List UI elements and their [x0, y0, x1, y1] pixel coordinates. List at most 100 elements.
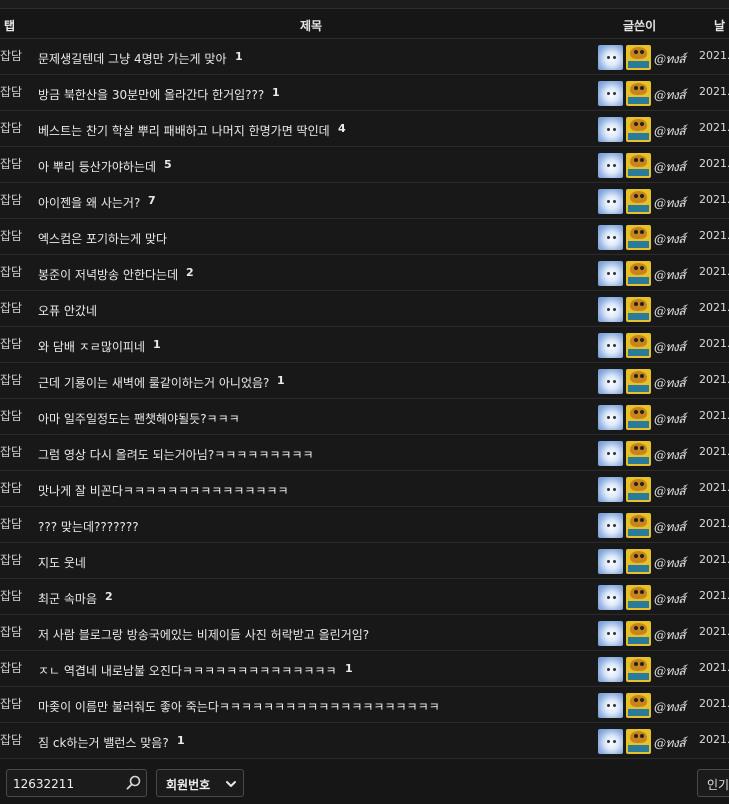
- post-tab[interactable]: 잡담: [0, 587, 22, 604]
- author-avatar[interactable]: [598, 621, 623, 646]
- author-name[interactable]: @ทงส์: [654, 626, 686, 645]
- post-title-link[interactable]: 아마 일주일정도는 팬챗해야될듯?ㅋㅋㅋ: [38, 410, 240, 427]
- author-avatar[interactable]: [598, 693, 623, 718]
- comment-count[interactable]: 1: [277, 374, 285, 387]
- author-name[interactable]: @ทงส์: [654, 194, 686, 213]
- post-title-link[interactable]: 오퓨 안갔네: [38, 302, 97, 319]
- author-badge-icon: [626, 369, 651, 394]
- author-avatar[interactable]: [598, 45, 623, 70]
- author-name[interactable]: @ทงส์: [654, 302, 686, 321]
- search-icon[interactable]: [125, 774, 143, 792]
- post-title-link[interactable]: ??? 맞는데???????: [38, 518, 139, 535]
- post-tab[interactable]: 잡담: [0, 623, 22, 640]
- post-title-link[interactable]: 지도 웃네: [38, 554, 86, 571]
- post-tab[interactable]: 잡담: [0, 47, 22, 64]
- author-name[interactable]: @ทงส์: [654, 266, 686, 285]
- author-name[interactable]: @ทงส์: [654, 158, 686, 177]
- post-tab[interactable]: 잡담: [0, 83, 22, 100]
- post-title-link[interactable]: 최군 속마음: [38, 590, 97, 607]
- author-avatar[interactable]: [598, 477, 623, 502]
- author-name[interactable]: @ทงส์: [654, 374, 686, 393]
- author-badge-icon: [626, 405, 651, 430]
- post-tab[interactable]: 잡담: [0, 443, 22, 460]
- post-title-link[interactable]: 엑스컴은 포기하는게 맞다: [38, 230, 167, 247]
- author-name[interactable]: @ทงส์: [654, 482, 686, 501]
- comment-count[interactable]: 1: [235, 50, 243, 63]
- author-name[interactable]: @ทงส์: [654, 590, 686, 609]
- author-name[interactable]: @ทงส์: [654, 338, 686, 357]
- post-tab[interactable]: 잡담: [0, 659, 22, 676]
- post-title-link[interactable]: 근데 기룡이는 새벽에 룰같이하는거 아니었음?: [38, 374, 269, 391]
- post-title-link[interactable]: 방금 북한산을 30분만에 올라간다 한거임???: [38, 86, 264, 103]
- post-tab[interactable]: 잡담: [0, 479, 22, 496]
- author-avatar[interactable]: [598, 153, 623, 178]
- author-name[interactable]: @ทงส์: [654, 50, 686, 69]
- author-avatar[interactable]: [598, 729, 623, 754]
- author-name[interactable]: @ทงส์: [654, 446, 686, 465]
- popular-button[interactable]: 인기: [697, 769, 729, 797]
- post-tab[interactable]: 잡담: [0, 263, 22, 280]
- post-tab[interactable]: 잡담: [0, 407, 22, 424]
- column-header-date: 날: [714, 19, 726, 33]
- post-tab[interactable]: 잡담: [0, 119, 22, 136]
- author-avatar[interactable]: [598, 297, 623, 322]
- author-name[interactable]: @ทงส์: [654, 518, 686, 537]
- post-title-link[interactable]: 와 담배 ㅈㄹ많이피네: [38, 338, 145, 355]
- author-avatar[interactable]: [598, 369, 623, 394]
- author-avatar[interactable]: [598, 657, 623, 682]
- post-title-link[interactable]: 마좆이 이름만 불러줘도 좋아 죽는다ㅋㅋㅋㅋㅋㅋㅋㅋㅋㅋㅋㅋㅋㅋㅋㅋㅋㅋㅋㅋ: [38, 698, 440, 715]
- post-title-link[interactable]: 맛나게 잘 비꼰다ㅋㅋㅋㅋㅋㅋㅋㅋㅋㅋㅋㅋㅋㅋㅋ: [38, 482, 289, 499]
- author-name[interactable]: @ทงส์: [654, 122, 686, 141]
- post-tab[interactable]: 잡담: [0, 335, 22, 352]
- author-avatar[interactable]: [598, 261, 623, 286]
- post-tab[interactable]: 잡담: [0, 299, 22, 316]
- comment-count[interactable]: 7: [148, 194, 156, 207]
- post-tab[interactable]: 잡담: [0, 551, 22, 568]
- post-date: 2021.0: [699, 337, 729, 350]
- author-avatar[interactable]: [598, 549, 623, 574]
- author-avatar[interactable]: [598, 81, 623, 106]
- post-title-link[interactable]: 아이젠을 왜 사는거?: [38, 194, 140, 211]
- post-title-link[interactable]: 저 사람 블로그랑 방송국에있는 비제이들 사진 허락받고 올린거임?: [38, 626, 369, 643]
- author-avatar[interactable]: [598, 117, 623, 142]
- comment-count[interactable]: 1: [345, 662, 353, 675]
- post-title-link[interactable]: 봉준이 저녁방송 안한다는데: [38, 266, 178, 283]
- post-title-link[interactable]: 아 뿌리 등산가야하는데: [38, 158, 156, 175]
- comment-count[interactable]: 4: [338, 122, 346, 135]
- comment-count[interactable]: 2: [186, 266, 194, 279]
- author-name[interactable]: @ทงส์: [654, 698, 686, 717]
- author-avatar[interactable]: [598, 513, 623, 538]
- post-tab[interactable]: 잡담: [0, 731, 22, 748]
- author-name[interactable]: @ทงส์: [654, 734, 686, 753]
- comment-count[interactable]: 1: [177, 734, 185, 747]
- post-tab[interactable]: 잡담: [0, 515, 22, 532]
- author-name[interactable]: @ทงส์: [654, 86, 686, 105]
- author-name[interactable]: @ทงส์: [654, 230, 686, 249]
- post-tab[interactable]: 잡담: [0, 371, 22, 388]
- author-avatar[interactable]: [598, 441, 623, 466]
- comment-count[interactable]: 1: [153, 338, 161, 351]
- post-title-link[interactable]: ㅈㄴ 역겹네 내로남불 오진다ㅋㅋㅋㅋㅋㅋㅋㅋㅋㅋㅋㅋㅋㅋ: [38, 662, 337, 679]
- comment-count[interactable]: 5: [164, 158, 172, 171]
- search-type-select[interactable]: 회원번호: [156, 769, 244, 797]
- author-name[interactable]: @ทงส์: [654, 410, 686, 429]
- search-input[interactable]: [13, 775, 118, 792]
- post-title-link[interactable]: 베스트는 찬기 학살 뿌리 패배하고 나머지 한명가면 딱인데: [38, 122, 330, 139]
- post-tab[interactable]: 잡담: [0, 191, 22, 208]
- post-title-link[interactable]: 문제생길텐데 그냥 4명만 가는게 맞아: [38, 50, 227, 67]
- author-avatar[interactable]: [598, 333, 623, 358]
- author-avatar[interactable]: [598, 189, 623, 214]
- post-title-link[interactable]: 그럼 영상 다시 올려도 되는거아님?ㅋㅋㅋㅋㅋㅋㅋㅋㅋ: [38, 446, 314, 463]
- author-avatar[interactable]: [598, 225, 623, 250]
- author-name[interactable]: @ทงส์: [654, 662, 686, 681]
- author-name[interactable]: @ทงส์: [654, 554, 686, 573]
- post-date: 2021.0: [699, 157, 729, 170]
- post-tab[interactable]: 잡담: [0, 155, 22, 172]
- comment-count[interactable]: 1: [272, 86, 280, 99]
- comment-count[interactable]: 2: [105, 590, 113, 603]
- post-title-link[interactable]: 짐 ck하는거 밸런스 맞음?: [38, 734, 169, 751]
- post-tab[interactable]: 잡담: [0, 227, 22, 244]
- post-tab[interactable]: 잡담: [0, 695, 22, 712]
- author-avatar[interactable]: [598, 405, 623, 430]
- author-avatar[interactable]: [598, 585, 623, 610]
